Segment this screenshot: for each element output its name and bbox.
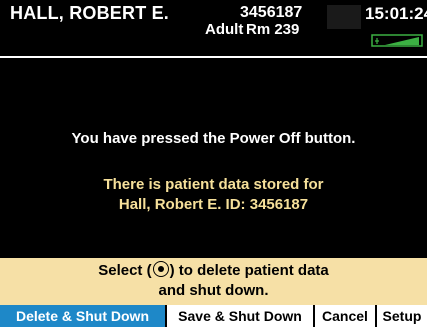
clock: 15:01:24	[365, 4, 427, 23]
save-shut-down-button[interactable]: Save & Shut Down	[167, 305, 313, 327]
patient-data-line-1: There is patient data stored for	[103, 176, 324, 193]
monitor-screen: HALL, ROBERT E. 3456187 Adult Rm 239 15:…	[0, 0, 427, 327]
softkey-bar: Delete & Shut Down Save & Shut Down Canc…	[0, 305, 427, 327]
header-divider	[0, 56, 427, 58]
status-indicator	[327, 5, 361, 29]
prompt-prefix: Select (	[98, 262, 152, 279]
patient-data-line-2: Hall, Robert E. ID: 3456187	[118, 196, 309, 213]
prompt-line-1: Select ( ) to delete patient data	[0, 261, 427, 281]
prompt-suffix: ) to delete patient data	[169, 262, 329, 279]
patient-type: Adult	[205, 21, 244, 38]
instruction-prompt: Select ( ) to delete patient data and shu…	[0, 258, 427, 305]
select-knob-icon	[152, 261, 169, 277]
patient-data-warning: There is patient data stored for Hall, R…	[0, 175, 427, 215]
cancel-button[interactable]: Cancel	[315, 305, 375, 327]
setup-button[interactable]: Setup	[377, 305, 427, 327]
patient-name: HALL, ROBERT E.	[10, 3, 169, 23]
battery-charging-icon	[371, 34, 423, 47]
power-off-message: You have pressed the Power Off button.	[71, 130, 356, 147]
delete-shut-down-button[interactable]: Delete & Shut Down	[0, 305, 165, 327]
patient-room: Rm 239	[246, 21, 300, 38]
patient-id: 3456187	[240, 4, 303, 21]
patient-header: HALL, ROBERT E. 3456187 Adult Rm 239 15:…	[0, 0, 427, 58]
prompt-line-2: and shut down.	[158, 282, 269, 299]
